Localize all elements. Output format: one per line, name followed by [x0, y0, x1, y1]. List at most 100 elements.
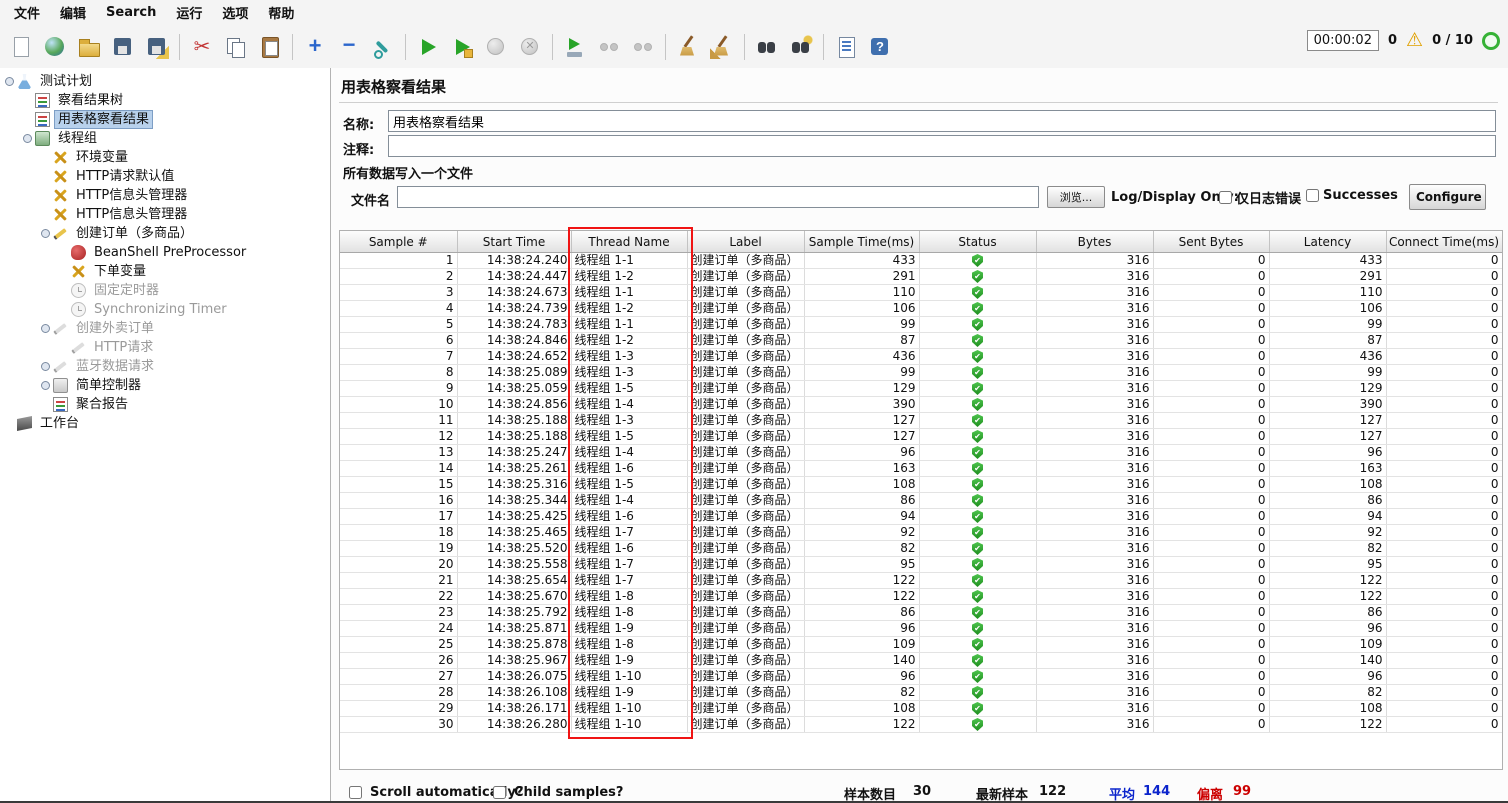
browse-button[interactable]: 浏览... — [1047, 186, 1105, 208]
tree-item[interactable]: 测试计划 — [0, 72, 330, 91]
tree-item[interactable]: 线程组 — [0, 129, 330, 148]
save-button[interactable] — [107, 31, 139, 63]
tree-item[interactable]: 简单控制器 — [0, 376, 330, 395]
expand-handle-icon[interactable] — [4, 76, 15, 87]
new-plan-button[interactable] — [5, 31, 37, 63]
tree-item[interactable]: 固定定时器 — [0, 281, 330, 300]
comment-input[interactable] — [388, 135, 1496, 157]
table-row[interactable]: 2514:38:25.878线程组 1-8创建订单（多商品）1093160109… — [340, 636, 1502, 653]
menu-item-5[interactable]: 选项 — [212, 0, 258, 25]
successes-checkbox[interactable] — [1306, 189, 1319, 202]
tree-item[interactable]: 创建外卖订单 — [0, 319, 330, 338]
table-row[interactable]: 2414:38:25.871线程组 1-9创建订单（多商品）963160960 — [340, 620, 1502, 637]
child-samples-label[interactable]: Child samples? — [514, 785, 623, 800]
table-row[interactable]: 2014:38:25.558线程组 1-7创建订单（多商品）953160950 — [340, 556, 1502, 573]
table-row[interactable]: 1214:38:25.188线程组 1-5创建订单（多商品）1273160127… — [340, 428, 1502, 445]
table-row[interactable]: 1814:38:25.465线程组 1-7创建订单（多商品）923160920 — [340, 524, 1502, 541]
menu-item-3[interactable]: Search — [96, 2, 166, 23]
remote-start-all-button[interactable] — [593, 31, 625, 63]
tree-item[interactable]: 察看结果树 — [0, 91, 330, 110]
column-header-3[interactable]: Thread Name — [571, 231, 688, 253]
column-header-1[interactable]: Sample # — [340, 231, 458, 253]
tree-item[interactable]: HTTP信息头管理器 — [0, 186, 330, 205]
column-header-5[interactable]: Sample Time(ms) — [804, 231, 920, 253]
configure-button[interactable]: Configure — [1409, 184, 1486, 210]
search-reset-button[interactable] — [785, 31, 817, 63]
tree-item[interactable]: HTTP请求默认值 — [0, 167, 330, 186]
table-row[interactable]: 914:38:25.059线程组 1-5创建订单（多商品）12931601290 — [340, 380, 1502, 397]
table-row[interactable]: 814:38:25.089线程组 1-3创建订单（多商品）993160990 — [340, 364, 1502, 381]
warning-triangle-icon[interactable]: ⚠ — [1406, 31, 1423, 50]
help-button[interactable] — [864, 31, 896, 63]
paste-button[interactable] — [254, 31, 286, 63]
table-row[interactable]: 1514:38:25.316线程组 1-5创建订单（多商品）1083160108… — [340, 476, 1502, 493]
tree-item[interactable]: HTTP请求 — [0, 338, 330, 357]
tree-item[interactable]: 下单变量 — [0, 262, 330, 281]
save-as-button[interactable] — [141, 31, 173, 63]
clear-all-button[interactable] — [706, 31, 738, 63]
table-row[interactable]: 1414:38:25.261线程组 1-6创建订单（多商品）1633160163… — [340, 460, 1502, 477]
scroll-automatically-checkbox[interactable] — [349, 786, 362, 799]
successes-label[interactable]: Successes — [1323, 188, 1398, 203]
results-table-container[interactable]: Sample # Start Time Thread Name Label Sample… — [339, 230, 1503, 770]
stop-button[interactable] — [480, 31, 512, 63]
name-input[interactable] — [388, 110, 1496, 132]
column-header-4[interactable]: Label — [687, 231, 805, 253]
table-row[interactable]: 1014:38:24.856线程组 1-4创建订单（多商品）3903160390… — [340, 396, 1502, 413]
table-row[interactable]: 1314:38:25.247线程组 1-4创建订单（多商品）963160960 — [340, 444, 1502, 461]
table-row[interactable]: 2914:38:26.171线程组 1-10创建订单（多商品）108316010… — [340, 700, 1502, 717]
function-helper-button[interactable] — [830, 31, 862, 63]
column-header-2[interactable]: Start Time — [457, 231, 572, 253]
table-row[interactable]: 1614:38:25.344线程组 1-4创建订单（多商品）863160860 — [340, 492, 1502, 509]
menu-item-6[interactable]: 帮助 — [258, 0, 304, 25]
cut-button[interactable] — [186, 31, 218, 63]
open-file-button[interactable] — [73, 31, 105, 63]
table-row[interactable]: 314:38:24.673线程组 1-1创建订单（多商品）11031601100 — [340, 284, 1502, 301]
expand-handle-icon[interactable] — [40, 361, 51, 372]
table-row[interactable]: 2614:38:25.967线程组 1-9创建订单（多商品）1403160140… — [340, 652, 1502, 669]
templates-button[interactable] — [39, 31, 71, 63]
expand-handle-icon[interactable] — [22, 133, 33, 144]
table-row[interactable]: 1714:38:25.425线程组 1-6创建订单（多商品）943160940 — [340, 508, 1502, 525]
filename-input[interactable] — [397, 186, 1039, 208]
tree-item[interactable]: 环境变量 — [0, 148, 330, 167]
table-row[interactable]: 714:38:24.652线程组 1-3创建订单（多商品）43631604360 — [340, 348, 1502, 365]
table-row[interactable]: 2714:38:26.075线程组 1-10创建订单（多商品）963160960 — [340, 668, 1502, 685]
errors-only-checkbox[interactable] — [1219, 191, 1232, 204]
tree-item[interactable]: 创建订单（多商品） — [0, 224, 330, 243]
child-samples-checkbox[interactable] — [493, 786, 506, 799]
tree-item[interactable]: HTTP信息头管理器 — [0, 205, 330, 224]
table-row[interactable]: 614:38:24.846线程组 1-2创建订单（多商品）873160870 — [340, 332, 1502, 349]
table-row[interactable]: 2214:38:25.670线程组 1-8创建订单（多商品）1223160122… — [340, 588, 1502, 605]
search-button[interactable] — [751, 31, 783, 63]
table-row[interactable]: 414:38:24.739线程组 1-2创建订单（多商品）10631601060 — [340, 300, 1502, 317]
collapse-all-button[interactable] — [333, 31, 365, 63]
column-header-7[interactable]: Bytes — [1036, 231, 1154, 253]
tree-item[interactable]: Synchronizing Timer — [0, 300, 330, 319]
expand-handle-icon[interactable] — [40, 380, 51, 391]
menu-item-1[interactable]: 文件 — [4, 0, 50, 25]
table-row[interactable]: 2114:38:25.654线程组 1-7创建订单（多商品）1223160122… — [340, 572, 1502, 589]
column-header-9[interactable]: Latency — [1269, 231, 1387, 253]
expand-handle-icon[interactable] — [40, 323, 51, 334]
tree-item[interactable]: 工作台 — [0, 414, 330, 433]
table-row[interactable]: 3014:38:26.280线程组 1-10创建订单（多商品）122316012… — [340, 716, 1502, 733]
menu-item-4[interactable]: 运行 — [166, 0, 212, 25]
table-row[interactable]: 514:38:24.783线程组 1-1创建订单（多商品）993160990 — [340, 316, 1502, 333]
menu-item-2[interactable]: 编辑 — [50, 0, 96, 25]
shutdown-button[interactable] — [514, 31, 546, 63]
start-no-timers-button[interactable] — [446, 31, 478, 63]
toggle-button[interactable] — [367, 31, 399, 63]
tree-item[interactable]: 蓝牙数据请求 — [0, 357, 330, 376]
copy-button[interactable] — [220, 31, 252, 63]
table-row[interactable]: 214:38:24.447线程组 1-2创建订单（多商品）29131602910 — [340, 268, 1502, 285]
clear-button[interactable] — [672, 31, 704, 63]
table-row[interactable]: 114:38:24.240线程组 1-1创建订单（多商品）43331604330 — [340, 252, 1502, 269]
remote-start-button[interactable] — [559, 31, 591, 63]
expand-handle-icon[interactable] — [40, 228, 51, 239]
table-row[interactable]: 2814:38:26.108线程组 1-9创建订单（多商品）823160820 — [340, 684, 1502, 701]
column-header-6[interactable]: Status — [919, 231, 1037, 253]
column-header-10[interactable]: Connect Time(ms) — [1386, 231, 1502, 253]
tree-item[interactable]: 用表格察看结果 — [0, 110, 330, 129]
table-row[interactable]: 1914:38:25.520线程组 1-6创建订单（多商品）823160820 — [340, 540, 1502, 557]
